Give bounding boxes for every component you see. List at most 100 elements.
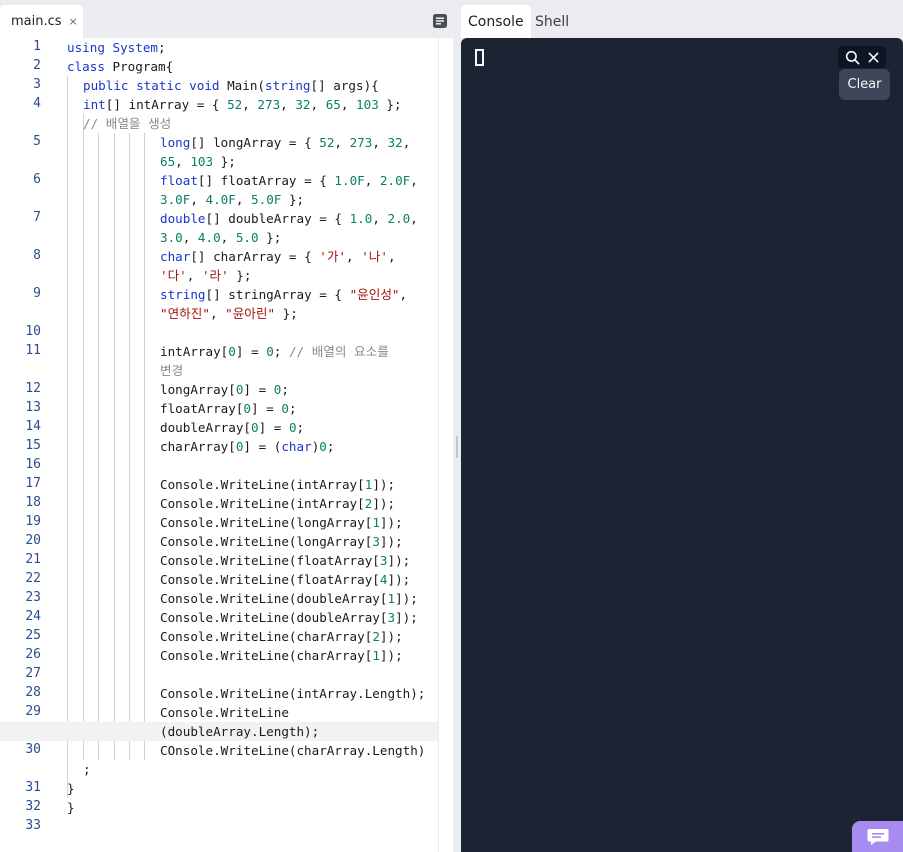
code-line[interactable]: 13 floatArray[0] = 0; — [0, 399, 438, 418]
code-token: }; — [275, 306, 298, 321]
code-text: long[] longArray = { 52, 273, 32, — [160, 134, 410, 151]
code-token: , — [175, 154, 191, 169]
code-line[interactable]: 14 doubleArray[0] = 0; — [0, 418, 438, 437]
line-number: 10 — [25, 324, 41, 339]
code-line[interactable]: 3.0F, 4.0F, 5.0F }; — [0, 190, 438, 209]
code-line[interactable]: 9 string[] stringArray = { "윤인성", — [0, 285, 438, 304]
console-output[interactable]: Clear — [461, 38, 903, 852]
code-line[interactable]: 30 COnsole.WriteLine(charArray.Length) — [0, 741, 438, 760]
line-number: 24 — [25, 609, 41, 624]
code-token: 2.0F — [379, 173, 411, 188]
code-line[interactable]: 32} — [0, 798, 438, 817]
code-token: '다' — [160, 268, 187, 283]
code-line[interactable]: "연하진", "윤아린" }; — [0, 304, 438, 323]
code-line[interactable]: 6 float[] floatArray = { 1.0F, 2.0F, — [0, 171, 438, 190]
line-number: 1 — [33, 39, 41, 54]
code-token: '나' — [361, 249, 388, 264]
line-number: 16 — [25, 457, 41, 472]
code-line[interactable]: 23 Console.WriteLine(doubleArray[1]); — [0, 589, 438, 608]
code-token: 3 — [387, 610, 396, 625]
code-token: (doubleArray.Length); — [160, 724, 320, 739]
code-token: ]); — [379, 648, 403, 663]
code-token: , — [346, 249, 362, 264]
code-line[interactable]: 65, 103 }; — [0, 152, 438, 171]
code-token: 0 — [243, 401, 251, 416]
code-line[interactable]: 25 Console.WriteLine(charArray[2]); — [0, 627, 438, 646]
code-line[interactable]: 1 using System; — [0, 38, 438, 57]
code-line[interactable]: 28 Console.WriteLine(intArray.Length); — [0, 684, 438, 703]
code-token: , — [235, 192, 252, 207]
code-line[interactable]: 24 Console.WriteLine(doubleArray[3]); — [0, 608, 438, 627]
code-line[interactable]: 21 Console.WriteLine(floatArray[3]); — [0, 551, 438, 570]
line-number: 4 — [33, 96, 41, 111]
code-text: Console.WriteLine(floatArray[4]); — [160, 571, 410, 588]
clear-button[interactable]: Clear — [839, 69, 890, 100]
splitter-grip-icon[interactable] — [456, 436, 458, 458]
chat-button[interactable] — [852, 821, 903, 852]
code-text: Console.WriteLine(charArray[2]); — [160, 628, 403, 645]
code-token: 1 — [372, 648, 380, 663]
code-line[interactable]: ; — [0, 760, 438, 779]
code-line[interactable]: 17 Console.WriteLine(intArray[1]); — [0, 475, 438, 494]
code-token: 65 — [325, 97, 341, 112]
code-line[interactable]: 변경 — [0, 361, 438, 380]
code-token: ; — [158, 40, 166, 55]
code-token: 103 — [356, 97, 379, 112]
code-token: , — [387, 249, 396, 264]
close-icon[interactable] — [867, 51, 880, 64]
code-token: ]); — [379, 515, 403, 530]
code-line[interactable]: 33 — [0, 817, 438, 836]
close-icon[interactable]: × — [69, 15, 78, 28]
code-token: '라' — [201, 268, 229, 283]
outline-icon[interactable] — [432, 13, 448, 29]
code-line[interactable]: 2 class Program{ — [0, 57, 438, 76]
code-token: Program{ — [112, 59, 174, 74]
line-number: 20 — [25, 533, 41, 548]
code-line[interactable]: 26 Console.WriteLine(charArray[1]); — [0, 646, 438, 665]
code-line[interactable]: // 배열을 생성 — [0, 114, 438, 133]
line-number: 17 — [25, 476, 41, 491]
code-line[interactable]: 5 long[] longArray = { 52, 273, 32, — [0, 133, 438, 152]
code-token: 0 — [251, 420, 259, 435]
code-line[interactable]: 3 public static void Main(string[] args){ — [0, 76, 438, 95]
code-line[interactable]: 29 Console.WriteLine — [0, 703, 438, 722]
code-token: , — [372, 211, 388, 226]
tab-shell[interactable]: Shell — [528, 5, 576, 38]
code-line[interactable]: 31} — [0, 779, 438, 798]
line-number: 30 — [25, 742, 41, 757]
code-token: Console.WriteLine(longArray[ — [160, 515, 373, 530]
line-number: 5 — [33, 134, 41, 149]
code-line[interactable]: 10 — [0, 323, 438, 342]
editor-scrollbar[interactable] — [438, 38, 453, 852]
code-token: 1 — [372, 515, 380, 530]
code-token: , — [209, 306, 226, 321]
code-line[interactable]: 27 — [0, 665, 438, 684]
code-editor[interactable]: 1 using System; 2 class Program{3 public sta… — [0, 38, 453, 852]
code-line[interactable]: 22 Console.WriteLine(floatArray[4]); — [0, 570, 438, 589]
code-line[interactable]: 20 Console.WriteLine(longArray[3]); — [0, 532, 438, 551]
code-token: , — [190, 192, 206, 207]
tab-console[interactable]: Console — [461, 5, 531, 38]
code-line[interactable]: 7 double[] doubleArray = { 1.0, 2.0, — [0, 209, 438, 228]
code-line[interactable]: 15 charArray[0] = (char)0; — [0, 437, 438, 456]
code-token: "연하진" — [160, 306, 210, 321]
code-line[interactable]: 8 char[] charArray = { '가', '나', — [0, 247, 438, 266]
code-line[interactable]: 12 longArray[0] = 0; — [0, 380, 438, 399]
code-line[interactable]: 18 Console.WriteLine(intArray[2]); — [0, 494, 438, 513]
code-line[interactable]: 16 — [0, 456, 438, 475]
code-line[interactable]: (doubleArray.Length); — [0, 722, 438, 741]
file-tab-main-cs[interactable]: main.cs × — [0, 5, 83, 38]
search-icon[interactable] — [845, 50, 860, 65]
code-token: ] = — [258, 420, 289, 435]
code-token: , — [280, 97, 296, 112]
code-line[interactable]: 4 int[] intArray = { 52, 273, 32, 65, 103… — [0, 95, 438, 114]
code-line[interactable]: 19 Console.WriteLine(longArray[1]); — [0, 513, 438, 532]
code-token: 52 — [227, 97, 243, 112]
code-token: 3.0F — [160, 192, 191, 207]
code-line[interactable]: 3.0, 4.0, 5.0 }; — [0, 228, 438, 247]
code-token: , — [399, 287, 408, 302]
code-line[interactable]: '다', '라' }; — [0, 266, 438, 285]
code-line[interactable]: 11 intArray[0] = 0; // 배열의 요소를 — [0, 342, 438, 361]
line-number: 12 — [25, 381, 41, 396]
code-token: 1.0F — [334, 173, 365, 188]
